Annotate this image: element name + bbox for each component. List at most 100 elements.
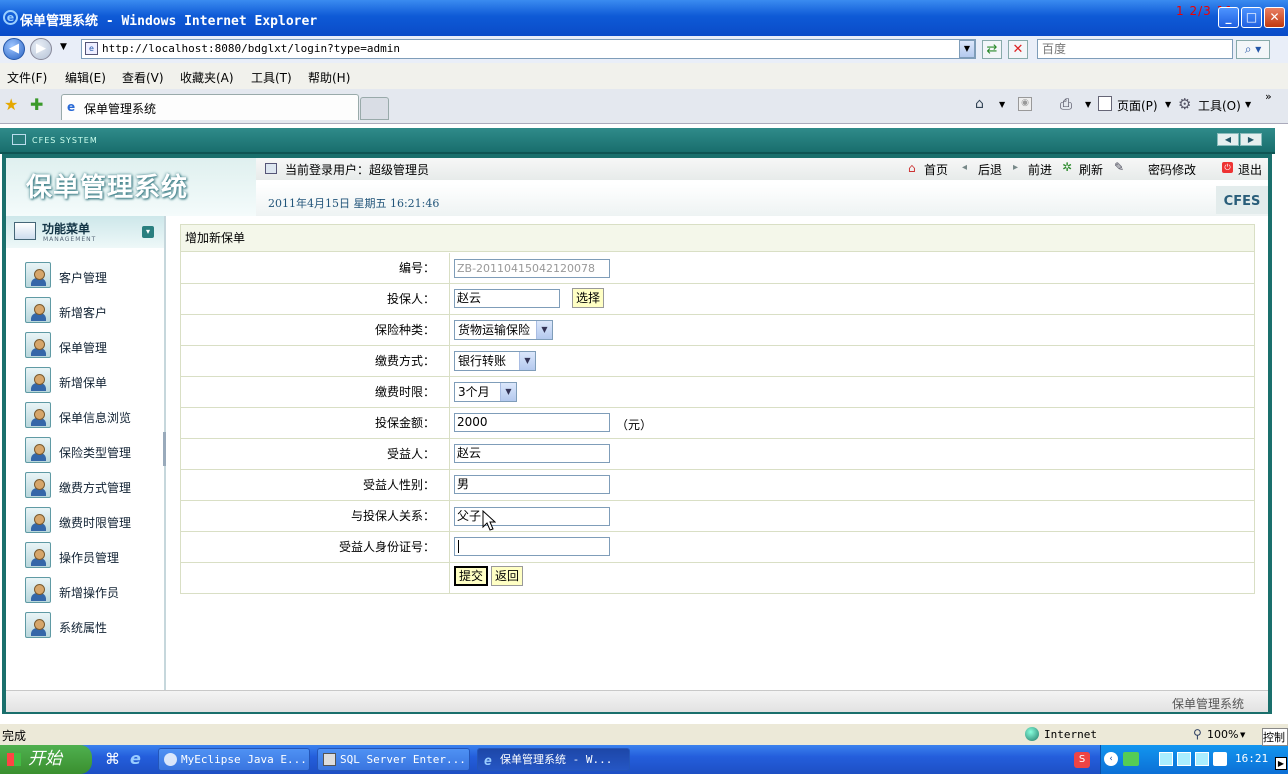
- current-datetime: 2011年4月15日 星期五 16:21:46: [268, 197, 440, 210]
- chevron-down-icon: ▼: [500, 383, 516, 401]
- print-icon[interactable]: ⎙: [1060, 95, 1072, 113]
- sidebar-item-policy-browse[interactable]: 保单信息浏览: [25, 402, 165, 430]
- history-dropdown-icon[interactable]: ▼: [60, 42, 67, 52]
- sidebar-resize-handle[interactable]: [163, 432, 166, 466]
- policy-number-field[interactable]: ZB-20110415042120078: [454, 259, 610, 278]
- insured-field[interactable]: 赵云: [454, 289, 560, 308]
- payment-term-select[interactable]: 3个月 ▼: [454, 382, 517, 402]
- insurance-type-select[interactable]: 货物运输保险 ▼: [454, 320, 553, 340]
- sidebar-item-system-settings[interactable]: 系统属性: [25, 612, 165, 640]
- page-dropdown-icon[interactable]: ▼: [1165, 100, 1171, 109]
- tools-dropdown-icon[interactable]: ▼: [1245, 100, 1251, 109]
- nav-back[interactable]: 后退: [978, 161, 1002, 178]
- tab-ie-icon: e: [67, 100, 76, 114]
- menu-file[interactable]: 文件(F): [7, 69, 47, 86]
- control-panel-label[interactable]: 控制: [1262, 728, 1288, 746]
- beneficiary-gender-field[interactable]: 男: [454, 475, 610, 494]
- close-button[interactable]: ✕: [1264, 7, 1285, 28]
- minimize-button[interactable]: _: [1218, 7, 1239, 28]
- app-header-bar: [0, 128, 1275, 154]
- field-label: 投保金额：: [181, 408, 450, 438]
- zoom-level[interactable]: 100%: [1207, 728, 1238, 741]
- menu-help[interactable]: 帮助(H): [308, 69, 350, 86]
- sidebar-item-add-customer[interactable]: 新增客户: [25, 297, 165, 325]
- favorites-star-icon[interactable]: ★: [4, 95, 18, 114]
- sidebar-item-policy-manage[interactable]: 保单管理: [25, 332, 165, 360]
- form-row-relation: 与投保人关系： 父子: [181, 501, 1254, 532]
- sidebar-item-add-policy[interactable]: 新增保单: [25, 367, 165, 395]
- nav-change-password[interactable]: 密码修改: [1148, 161, 1196, 178]
- tray-network2-icon[interactable]: [1177, 752, 1191, 766]
- back-button[interactable]: 返回: [491, 566, 524, 586]
- menu-edit[interactable]: 编辑(E): [65, 69, 106, 86]
- task-myeclipse[interactable]: MyEclipse Java E...: [158, 748, 310, 771]
- amount-field[interactable]: 2000: [454, 413, 610, 432]
- address-input[interactable]: http://localhost:8080/bdglxt/login?type=…: [81, 39, 976, 59]
- start-button[interactable]: 开始: [0, 745, 92, 774]
- beneficiary-id-field[interactable]: [454, 537, 610, 556]
- input-method-icon[interactable]: S: [1074, 752, 1090, 768]
- sidebar-item-operators[interactable]: 操作员管理: [25, 542, 165, 570]
- sidebar-item-label: 新增操作员: [59, 586, 120, 600]
- sidebar-item-insurance-types[interactable]: 保险类型管理: [25, 437, 165, 465]
- back-arrow-icon[interactable]: ◀: [3, 38, 25, 60]
- chevron-down-icon: ▼: [519, 352, 535, 370]
- search-icon[interactable]: ⌕ ▾: [1236, 40, 1270, 59]
- payment-method-select[interactable]: 银行转账 ▼: [454, 351, 536, 371]
- tab-active[interactable]: e 保单管理系统: [61, 94, 359, 120]
- sidebar-item-payment-methods[interactable]: 缴费方式管理: [25, 472, 165, 500]
- beneficiary-field[interactable]: 赵云: [454, 444, 610, 463]
- submit-button[interactable]: 提交: [454, 566, 489, 586]
- scroll-right-icon[interactable]: ▶: [1240, 133, 1262, 146]
- text-cursor: [458, 540, 459, 553]
- sidebar-item-customer-manage[interactable]: 客户管理: [25, 262, 165, 290]
- choose-insured-button[interactable]: 选择: [572, 288, 605, 308]
- task-sql-server[interactable]: SQL Server Enter...: [317, 748, 470, 771]
- window-title-bar: e 保单管理系统 - Windows Internet Explorer: [0, 0, 1288, 36]
- address-dropdown-icon[interactable]: ▼: [959, 40, 975, 58]
- print-dropdown-icon[interactable]: ▼: [1085, 100, 1091, 109]
- sidebar-title: 功能菜单: [42, 222, 91, 236]
- scroll-left-icon[interactable]: ◀: [1217, 133, 1239, 146]
- forward-arrow-icon[interactable]: ▶: [30, 38, 52, 60]
- sidebar-item-payment-terms[interactable]: 缴费时限管理: [25, 507, 165, 535]
- nav-forward[interactable]: 前进: [1028, 161, 1052, 178]
- menu-view[interactable]: 查看(V): [122, 69, 164, 86]
- home-icon[interactable]: ⌂: [975, 96, 984, 112]
- home-dropdown-icon[interactable]: ▼: [999, 100, 1005, 109]
- sidebar-item-add-operator[interactable]: 新增操作员: [25, 577, 165, 605]
- tray-volume-icon[interactable]: [1213, 752, 1227, 766]
- menu-folder-icon: [14, 222, 36, 240]
- quicklaunch-ie-icon[interactable]: e: [130, 749, 141, 768]
- toolbar-overflow-icon[interactable]: »: [1265, 90, 1272, 103]
- form-row-payment: 缴费方式： 银行转账 ▼: [181, 346, 1254, 377]
- menu-tools[interactable]: 工具(T): [251, 69, 292, 86]
- collapse-chevron-icon[interactable]: ▾: [142, 226, 154, 238]
- new-tab-button[interactable]: [360, 97, 389, 120]
- page-menu[interactable]: 页面(P): [1117, 97, 1158, 114]
- tray-app-icon[interactable]: [1123, 752, 1139, 766]
- tray-expand-icon[interactable]: ‹: [1104, 752, 1118, 766]
- sql-server-app-icon: [323, 753, 336, 766]
- add-favorites-icon[interactable]: ✚: [30, 95, 43, 114]
- menu-favorites[interactable]: 收藏夹(A): [180, 69, 234, 86]
- zoom-dropdown-icon[interactable]: ▼: [1240, 731, 1245, 739]
- system-monitor-icon: [12, 134, 26, 145]
- maximize-button[interactable]: □: [1241, 7, 1262, 28]
- nav-home[interactable]: 首页: [924, 161, 948, 178]
- tools-menu[interactable]: 工具(O): [1198, 97, 1241, 114]
- quicklaunch-desktop-icon[interactable]: ⌘: [105, 750, 120, 768]
- chevron-down-icon: ▼: [536, 321, 552, 339]
- task-ie-active[interactable]: e 保单管理系统 - W...: [477, 748, 630, 771]
- search-input[interactable]: 百度: [1037, 39, 1233, 59]
- feeds-icon[interactable]: ◉: [1018, 97, 1032, 111]
- scroll-right-arrow-icon[interactable]: ▶: [1275, 757, 1287, 770]
- tray-monitor-icon[interactable]: [1195, 752, 1209, 766]
- refresh-icon[interactable]: ⇄: [982, 40, 1002, 59]
- nav-refresh[interactable]: 刷新: [1079, 161, 1103, 178]
- user-icon: [25, 262, 51, 288]
- relation-field[interactable]: 父子: [454, 507, 610, 526]
- tray-network-icon[interactable]: [1159, 752, 1173, 766]
- nav-logout[interactable]: 退出: [1238, 161, 1262, 178]
- stop-icon[interactable]: ✕: [1008, 40, 1028, 59]
